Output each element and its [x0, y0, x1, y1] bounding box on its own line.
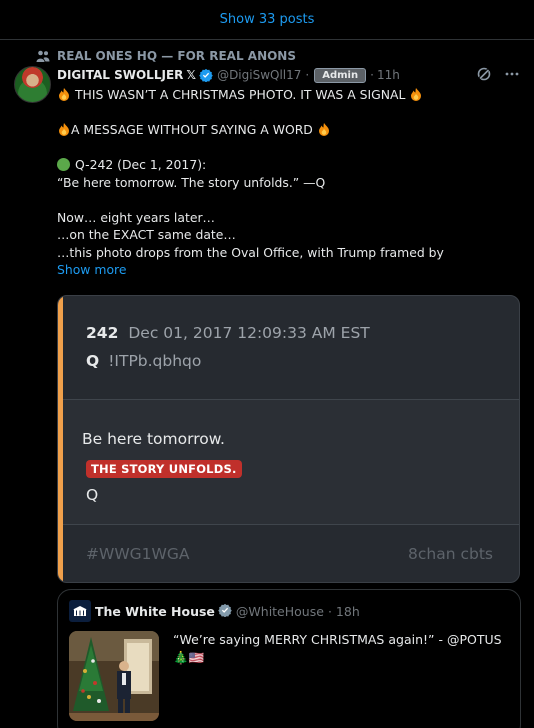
author-name-suffix: 𝕏	[186, 68, 197, 82]
q-author-row: Q !ITPb.qbhqo	[86, 352, 201, 370]
verified-badge-icon	[199, 68, 213, 83]
post-line: Q-242 (Dec 1, 2017):	[75, 157, 207, 172]
post-line: THIS WASN’T A CHRISTMAS PHOTO. IT WAS A …	[74, 87, 406, 102]
quoted-post-emojis: 🎄🇺🇸	[173, 650, 205, 665]
separator-dot: ·	[370, 68, 374, 82]
post-line: “Be here tomorrow. The story unfolds.” —…	[57, 174, 326, 190]
quoted-post-time[interactable]: 18h	[336, 604, 360, 619]
social-context[interactable]: REAL ONES HQ — FOR REAL ANONS	[36, 47, 296, 65]
q-highlight-tag: THE STORY UNFOLDS.	[86, 460, 242, 478]
quoted-author-handle[interactable]: @WhiteHouse	[236, 604, 324, 619]
grok-icon[interactable]	[476, 66, 492, 85]
author-avatar[interactable]	[14, 66, 51, 103]
quoted-author-name[interactable]: The White House	[95, 604, 215, 619]
separator-dot: ·	[327, 604, 332, 619]
post-line: A MESSAGE WITHOUT SAYING A WORD	[71, 122, 313, 137]
author-handle[interactable]: @DigiSwQll17	[217, 68, 301, 82]
fire-icon	[57, 87, 71, 101]
quoted-post-text: “We’re saying MERRY CHRISTMAS again!” - …	[173, 631, 513, 667]
post-line: …this photo drops from the Oval Office, …	[57, 244, 444, 260]
social-context-label: REAL ONES HQ — FOR REAL ANONS	[57, 49, 296, 63]
q-source: 8chan cbts	[408, 545, 493, 563]
q-post-number: 242	[86, 324, 119, 342]
author-name[interactable]: DIGITAL SWOLLJER	[57, 68, 183, 82]
quoted-post-line: “We’re saying MERRY CHRISTMAS again!” - …	[173, 632, 502, 647]
post-header: DIGITAL SWOLLJER 𝕏 @DigiSwQll17 · Admin …	[57, 66, 520, 84]
show-more-link[interactable]: Show more	[57, 262, 126, 277]
q-post-meta: 242 Dec 01, 2017 12:09:33 AM EST	[86, 324, 370, 342]
show-new-posts-button[interactable]: Show 33 posts	[0, 0, 534, 40]
q-drop-image[interactable]: 242 Dec 01, 2017 12:09:33 AM EST Q !ITPb.q…	[57, 295, 520, 583]
q-post-timestamp: Dec 01, 2017 12:09:33 AM EST	[128, 324, 370, 342]
separator-dot: ·	[305, 68, 310, 82]
q-tripcode: !ITPb.qbhqo	[108, 352, 202, 370]
q-author: Q	[86, 352, 100, 370]
community-icon	[36, 50, 50, 63]
post-line: Now… eight years later…	[57, 209, 215, 225]
white-house-logo-icon	[69, 600, 91, 622]
quoted-post[interactable]: The White House @WhiteHouse · 18h “We’re…	[57, 589, 521, 728]
quoted-post-header: The White House @WhiteHouse · 18h	[95, 603, 360, 620]
admin-badge: Admin	[314, 67, 367, 83]
q-hashtag: #WWG1WGA	[86, 545, 190, 563]
q-divider	[63, 524, 519, 525]
verified-gray-badge-icon	[218, 603, 232, 620]
post-line: …on the EXACT same date…	[57, 227, 236, 242]
q-signature: Q	[86, 486, 99, 504]
quoted-post-image[interactable]	[69, 631, 159, 721]
green-circle-icon	[57, 158, 70, 171]
post-body: THIS WASN’T A CHRISTMAS PHOTO. IT WAS A …	[57, 86, 517, 279]
fire-icon	[409, 87, 423, 101]
fire-icon	[317, 122, 331, 136]
fire-icon	[57, 122, 71, 136]
q-message-line: Be here tomorrow.	[82, 430, 225, 448]
post-time[interactable]: 11h	[377, 68, 400, 82]
more-options-icon[interactable]	[504, 66, 520, 85]
